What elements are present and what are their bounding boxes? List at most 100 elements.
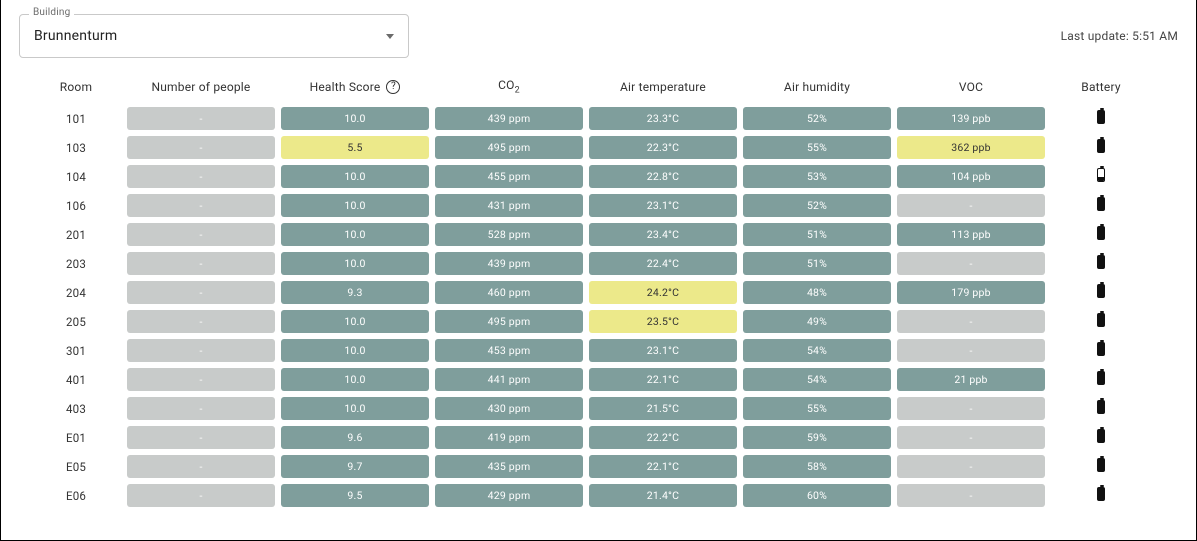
cell-co2: 441 ppm	[435, 368, 583, 391]
cell-temp: 21.5°C	[589, 397, 737, 420]
cell-co2: 419 ppm	[435, 426, 583, 449]
cell-hum: 49%	[743, 310, 891, 333]
cell-health: 10.0	[281, 310, 429, 333]
col-co2[interactable]: CO2	[435, 78, 583, 95]
help-icon[interactable]: ?	[386, 80, 400, 94]
cell-voc: -	[897, 339, 1045, 362]
cell-voc: 362 ppb	[897, 136, 1045, 159]
cell-temp: 24.2°C	[589, 281, 737, 304]
room-label: 204	[31, 286, 121, 300]
battery-cell	[1051, 284, 1151, 301]
cell-voc: 113 ppb	[897, 223, 1045, 246]
room-label: E01	[31, 431, 121, 445]
cell-people: -	[127, 426, 275, 449]
cell-health: 9.3	[281, 281, 429, 304]
cell-health: 10.0	[281, 223, 429, 246]
cell-temp: 22.8°C	[589, 165, 737, 188]
cell-health: 10.0	[281, 397, 429, 420]
cell-health: 10.0	[281, 252, 429, 275]
battery-cell	[1051, 168, 1151, 185]
col-humidity[interactable]: Air humidity	[743, 80, 891, 94]
cell-hum: 55%	[743, 397, 891, 420]
cell-people: -	[127, 310, 275, 333]
cell-co2: 439 ppm	[435, 107, 583, 130]
col-people[interactable]: Number of people	[127, 80, 275, 94]
table-row: E05-9.7435 ppm22.1°C58%-	[31, 455, 1166, 478]
battery-icon	[1097, 139, 1105, 153]
room-label: 106	[31, 199, 121, 213]
cell-temp: 22.1°C	[589, 368, 737, 391]
cell-temp: 23.1°C	[589, 194, 737, 217]
cell-health: 9.6	[281, 426, 429, 449]
cell-temp: 21.4°C	[589, 484, 737, 507]
battery-icon	[1097, 342, 1105, 356]
battery-cell	[1051, 255, 1151, 272]
cell-co2: 435 ppm	[435, 455, 583, 478]
room-label: 301	[31, 344, 121, 358]
battery-icon	[1097, 168, 1105, 182]
table-row: 204-9.3460 ppm24.2°C48%179 ppb	[31, 281, 1166, 304]
cell-people: -	[127, 397, 275, 420]
battery-cell	[1051, 313, 1151, 330]
battery-icon	[1097, 255, 1105, 269]
battery-cell	[1051, 197, 1151, 214]
cell-co2: 429 ppm	[435, 484, 583, 507]
cell-people: -	[127, 455, 275, 478]
cell-co2: 495 ppm	[435, 310, 583, 333]
table-row: 403-10.0430 ppm21.5°C55%-	[31, 397, 1166, 420]
cell-hum: 51%	[743, 223, 891, 246]
cell-hum: 52%	[743, 107, 891, 130]
table-row: 203-10.0439 ppm22.4°C51%-	[31, 252, 1166, 275]
battery-icon	[1097, 313, 1105, 327]
room-label: E05	[31, 460, 121, 474]
cell-people: -	[127, 165, 275, 188]
col-temp[interactable]: Air temperature	[589, 80, 737, 94]
col-health[interactable]: Health Score ?	[281, 80, 429, 94]
cell-co2: 460 ppm	[435, 281, 583, 304]
col-battery[interactable]: Battery	[1051, 80, 1151, 94]
room-label: 201	[31, 228, 121, 242]
table-row: 106-10.0431 ppm23.1°C52%-	[31, 194, 1166, 217]
cell-hum: 54%	[743, 368, 891, 391]
table-row: E06-9.5429 ppm21.4°C60%-	[31, 484, 1166, 507]
room-label: 403	[31, 402, 121, 416]
cell-people: -	[127, 107, 275, 130]
cell-voc: 139 ppb	[897, 107, 1045, 130]
battery-cell	[1051, 110, 1151, 127]
battery-icon	[1097, 400, 1105, 414]
cell-people: -	[127, 223, 275, 246]
cell-temp: 22.4°C	[589, 252, 737, 275]
cell-hum: 60%	[743, 484, 891, 507]
cell-temp: 23.1°C	[589, 339, 737, 362]
cell-voc: -	[897, 194, 1045, 217]
cell-voc: 179 ppb	[897, 281, 1045, 304]
room-label: 104	[31, 170, 121, 184]
cell-health: 10.0	[281, 368, 429, 391]
cell-voc: -	[897, 426, 1045, 449]
cell-voc: 104 ppb	[897, 165, 1045, 188]
cell-hum: 53%	[743, 165, 891, 188]
cell-hum: 55%	[743, 136, 891, 159]
battery-cell	[1051, 429, 1151, 446]
cell-temp: 22.1°C	[589, 455, 737, 478]
cell-temp: 23.4°C	[589, 223, 737, 246]
cell-voc: -	[897, 484, 1045, 507]
cell-health: 10.0	[281, 339, 429, 362]
room-label: 205	[31, 315, 121, 329]
table-row: 401-10.0441 ppm22.1°C54%21 ppb	[31, 368, 1166, 391]
cell-health: 5.5	[281, 136, 429, 159]
cell-co2: 455 ppm	[435, 165, 583, 188]
col-room[interactable]: Room	[31, 80, 121, 94]
cell-people: -	[127, 136, 275, 159]
room-label: 101	[31, 112, 121, 126]
cell-hum: 48%	[743, 281, 891, 304]
building-selector[interactable]: Building Brunnenturm	[19, 14, 409, 58]
col-voc[interactable]: VOC	[897, 80, 1045, 94]
table-row: E01-9.6419 ppm22.2°C59%-	[31, 426, 1166, 449]
cell-voc: 21 ppb	[897, 368, 1045, 391]
table-row: 103-5.5495 ppm22.3°C55%362 ppb	[31, 136, 1166, 159]
cell-co2: 495 ppm	[435, 136, 583, 159]
cell-hum: 59%	[743, 426, 891, 449]
battery-icon	[1097, 429, 1105, 443]
last-update: Last update: 5:51 AM	[1061, 29, 1178, 43]
